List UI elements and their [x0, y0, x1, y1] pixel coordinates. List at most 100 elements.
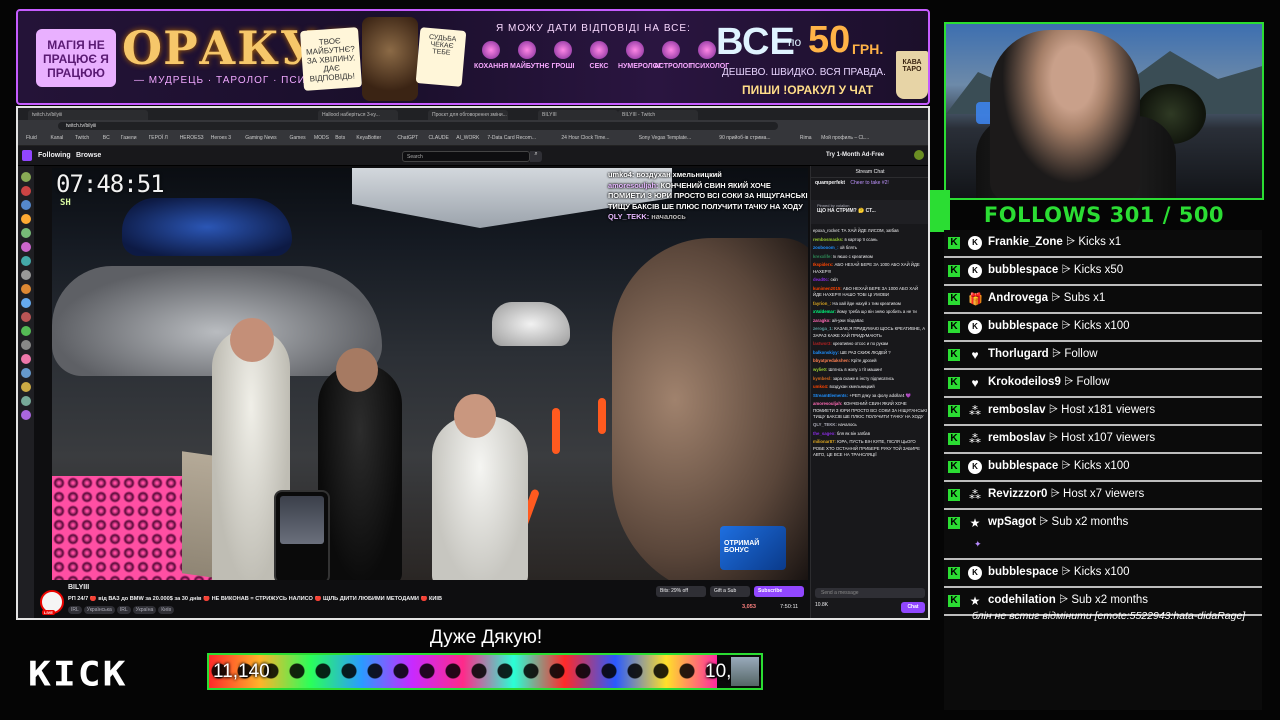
chat-username[interactable]: Ikspiderx: [813, 262, 833, 267]
gift-sub-button[interactable]: Gift a Sub [710, 586, 750, 597]
nav-browse[interactable]: Browse [76, 152, 101, 159]
search-input[interactable]: Search [402, 151, 530, 162]
event-user[interactable]: wpSagot [988, 516, 1036, 528]
event-user[interactable]: bubblespace [988, 264, 1058, 276]
event-user[interactable]: Revizzzor0 [988, 488, 1047, 500]
chat-username[interactable]: zoobooom_: [813, 245, 839, 250]
video-player[interactable]: 07:48:51 SH umko4: воздухан хмельницкий a… [52, 168, 808, 580]
channel-avatar[interactable] [21, 340, 31, 350]
channel-avatar[interactable] [21, 228, 31, 238]
bookmark-item[interactable]: 90 прийоб-ів стрима... [719, 135, 770, 141]
event-user[interactable]: Krokodeilos9 [988, 376, 1061, 388]
chat-username[interactable]: wylie0: [813, 367, 827, 372]
bookmark-item[interactable]: HEROES3 [180, 135, 204, 141]
chat-username[interactable]: fayrion_: [813, 301, 831, 306]
channel-avatar[interactable] [21, 256, 31, 266]
chat-username[interactable]: umko4: [813, 384, 828, 389]
bits-button[interactable]: Bits: 29% off [656, 586, 706, 597]
bookmark-item[interactable]: Games [290, 135, 306, 141]
channel-avatar[interactable] [21, 200, 31, 210]
event-user[interactable]: bubblespace [988, 460, 1058, 472]
event-user[interactable]: bubblespace [988, 566, 1058, 578]
chat-username[interactable]: dead0c: [813, 277, 829, 282]
channel-avatar[interactable] [21, 242, 31, 252]
bookmark-item[interactable]: Bots [335, 135, 345, 141]
chat-username[interactable]: zaragko: [813, 318, 831, 323]
twitch-logo-icon[interactable] [22, 150, 32, 161]
bookmark-item[interactable]: AI_WORK [456, 135, 479, 141]
chat-username[interactable]: krexxlife: [813, 254, 832, 259]
stream-tag[interactable]: Київ [158, 606, 175, 614]
bookmark-item[interactable]: Kanal [51, 135, 64, 141]
chat-username[interactable]: StreamElements: [813, 393, 848, 398]
chat-username[interactable]: the_sageo: [813, 431, 836, 436]
search-icon[interactable]: ⌕ [530, 151, 542, 162]
channel-avatar[interactable] [21, 298, 31, 308]
browser-tab[interactable]: twitch.tv/bilyiii [28, 110, 148, 120]
channel-avatar[interactable] [21, 382, 31, 392]
event-user[interactable]: codehilation [988, 594, 1056, 606]
chat-username[interactable]: kymbesl: [813, 376, 832, 381]
bookmark-item[interactable]: Газели [121, 135, 137, 141]
bookmark-item[interactable]: Heroes 3 [211, 135, 231, 141]
chat-username[interactable]: balkonskiyy: [813, 350, 839, 355]
chat-username[interactable]: milionar87: [813, 439, 836, 444]
url-input[interactable]: twitch.tv/bilyiii [58, 122, 778, 130]
event-user[interactable]: remboslav [988, 404, 1046, 416]
chat-username[interactable]: QLY_TEKK: [813, 422, 837, 427]
browser-tab[interactable]: BILYIII [538, 110, 618, 120]
bookmark-item[interactable]: Fluid [26, 135, 37, 141]
channel-avatar[interactable] [21, 354, 31, 364]
chat-username[interactable]: amoresouljah: [813, 401, 842, 406]
event-user[interactable]: Thorlugard [988, 348, 1049, 360]
bookmark-item[interactable]: Gaming News [245, 135, 276, 141]
browser-tab[interactable]: Hallood наберіться 3-ку... [318, 110, 398, 120]
bookmark-item[interactable]: ГЕРОЇ Л [149, 135, 168, 141]
browser-tab[interactable]: BILYIII - Twitch [618, 110, 698, 120]
channel-avatar[interactable] [21, 410, 31, 420]
channel-avatar[interactable] [21, 270, 31, 280]
user-avatar[interactable] [914, 150, 924, 160]
chat-username[interactable]: rembosmacks: [813, 237, 843, 242]
stream-tag[interactable]: IRL [116, 606, 131, 614]
ad-free-button[interactable]: Try 1-Month Ad-Free [826, 152, 884, 158]
channel-name[interactable]: BILYIII [68, 584, 89, 591]
bookmark-item[interactable]: MODS [314, 135, 329, 141]
channel-avatar[interactable] [21, 284, 31, 294]
bookmark-item[interactable]: BC [103, 135, 110, 141]
channel-avatar[interactable] [21, 172, 31, 182]
bookmark-item[interactable]: Twitch [75, 135, 89, 141]
event-user[interactable]: bubblespace [988, 320, 1058, 332]
bookmark-item[interactable]: KeyaBotter [356, 135, 381, 141]
event-user[interactable]: Frankie_Zone [988, 236, 1063, 248]
chat-username[interactable]: lastwor3: [813, 341, 832, 346]
chat-username[interactable]: zeroga_1: [813, 326, 833, 331]
channel-avatar[interactable] [21, 326, 31, 336]
chat-username[interactable]: kunimen2015: [813, 286, 842, 291]
browser-tab[interactable]: Проєкт для обговорення зміни... [428, 110, 508, 120]
channel-avatar[interactable] [21, 396, 31, 406]
chat-input[interactable]: Send a message [815, 588, 925, 598]
chat-username[interactable]: xValdemar: [813, 309, 836, 314]
top-user[interactable]: quamperfekt [815, 180, 845, 186]
bookmark-item[interactable]: ChatGPT [397, 135, 418, 141]
event-user[interactable]: remboslav [988, 432, 1046, 444]
channel-avatar[interactable] [21, 214, 31, 224]
channel-avatar[interactable] [21, 186, 31, 196]
channel-avatar[interactable] [21, 368, 31, 378]
chat-username[interactable]: bbyatpredakshen: [813, 358, 850, 363]
stream-tag[interactable]: Україна [132, 606, 157, 614]
bookmark-item[interactable]: CLAUDE [429, 135, 449, 141]
event-user[interactable]: Androvega [988, 292, 1048, 304]
channel-avatar[interactable] [21, 312, 31, 322]
bookmark-item[interactable]: 7-Data Card Recom... [487, 135, 536, 141]
subscribe-button[interactable]: Subscribe [754, 586, 804, 597]
bookmark-item[interactable]: Sony Vegas Template... [639, 135, 691, 141]
bookmark-item[interactable]: Мой профиль – CL... [821, 135, 869, 141]
nav-following[interactable]: Following [38, 152, 71, 159]
bookmark-item[interactable]: Rima [800, 135, 812, 141]
chat-send-button[interactable]: Chat [901, 602, 925, 613]
stream-tag[interactable]: Українська [83, 606, 115, 614]
bookmark-item[interactable]: 24 Hour Clock Time... [561, 135, 609, 141]
cheer-cta[interactable]: Cheer to take #2! [850, 180, 888, 186]
